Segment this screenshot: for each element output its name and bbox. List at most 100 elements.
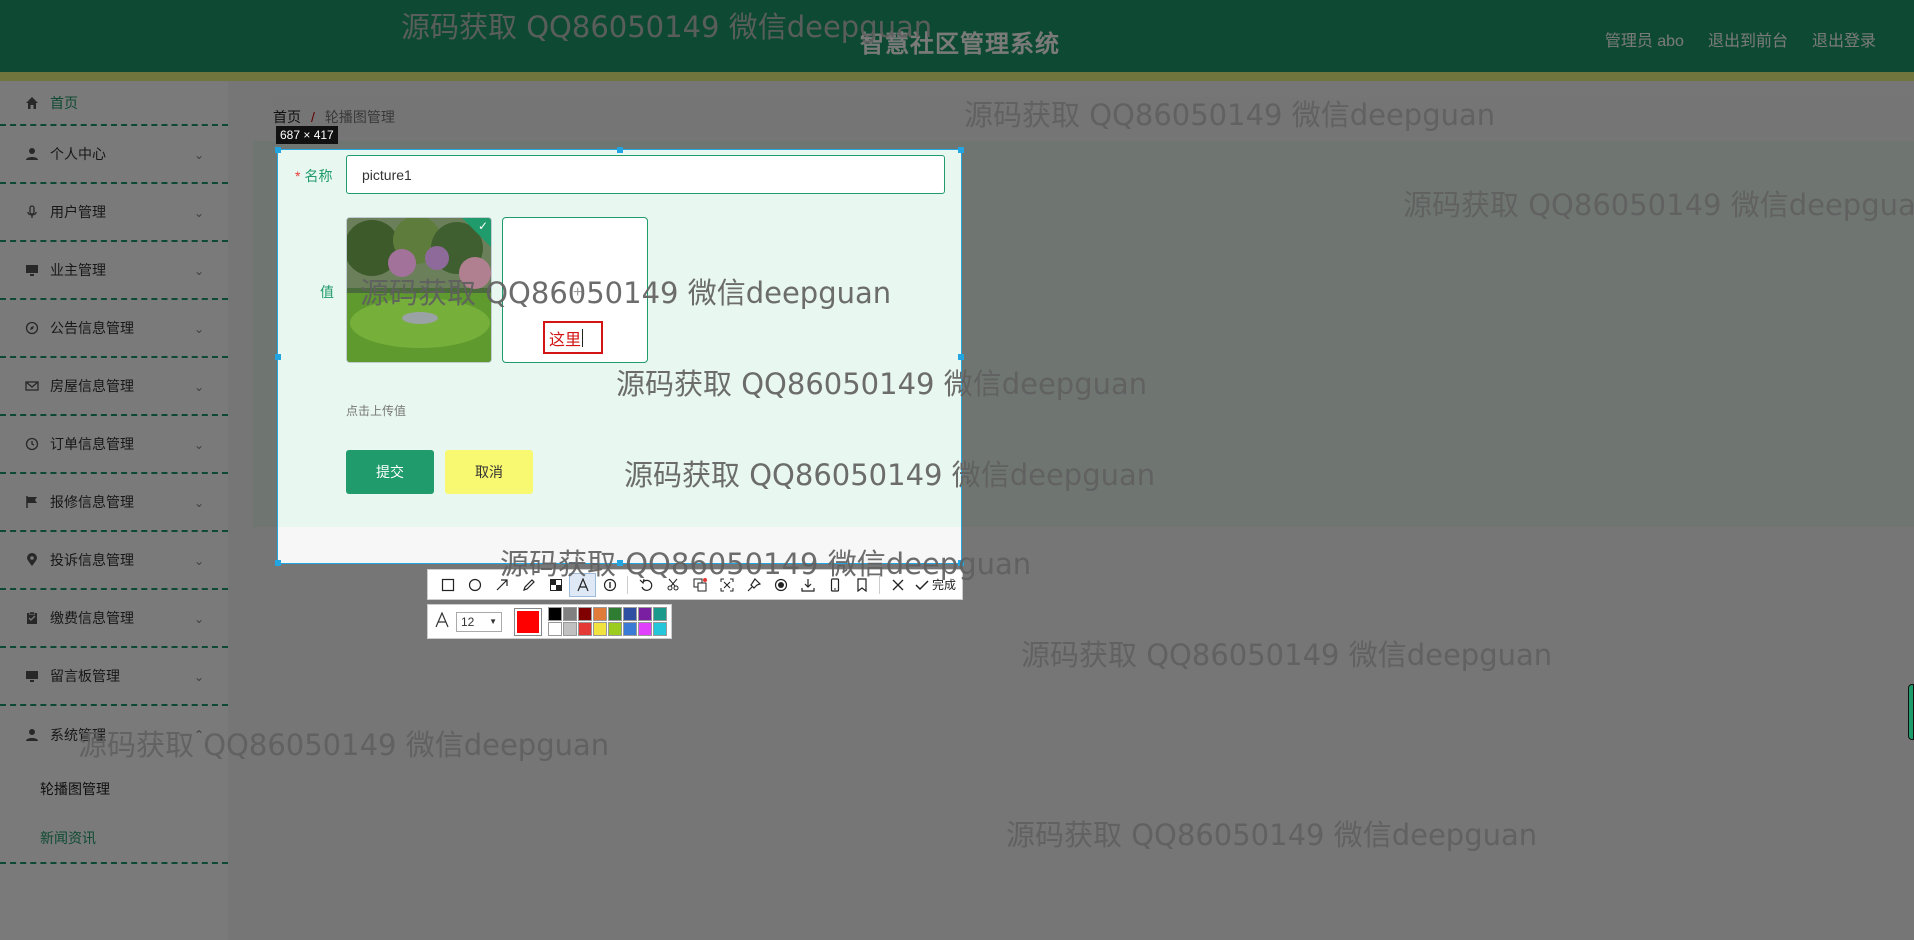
close-icon[interactable] xyxy=(884,573,911,597)
sidebar-item-owners[interactable]: 业主管理 ⌄ xyxy=(0,242,228,300)
person-icon xyxy=(24,146,40,162)
sidebar-item-announcements[interactable]: 公告信息管理 ⌄ xyxy=(0,300,228,358)
breadcrumb-home[interactable]: 首页 xyxy=(273,107,301,127)
resize-handle-n[interactable] xyxy=(617,147,623,153)
color-swatch[interactable] xyxy=(593,622,607,636)
color-swatch[interactable] xyxy=(638,607,652,621)
app-title: 智慧社区管理系统 xyxy=(860,31,1060,58)
sidebar-item-orders[interactable]: 订单信息管理 ⌄ xyxy=(0,416,228,474)
color-palette xyxy=(548,607,667,636)
sidebar-item-label: 房屋信息管理 xyxy=(50,378,134,394)
back-to-front-link[interactable]: 退出到前台 xyxy=(1708,27,1788,51)
flag-icon xyxy=(24,494,40,510)
name-input[interactable] xyxy=(346,155,945,194)
sidebar-item-complaints[interactable]: 投诉信息管理 ⌄ xyxy=(0,532,228,590)
sidebar-item-houses[interactable]: 房屋信息管理 ⌄ xyxy=(0,358,228,416)
save-icon[interactable] xyxy=(794,573,821,597)
font-size-select[interactable]: 12 ▼ xyxy=(456,611,502,632)
color-swatch[interactable] xyxy=(623,622,637,636)
record-icon[interactable] xyxy=(767,573,794,597)
sidebar-item-users[interactable]: 用户管理 ⌄ xyxy=(0,184,228,242)
color-swatch[interactable] xyxy=(638,622,652,636)
color-swatch[interactable] xyxy=(608,622,622,636)
uploaded-image-thumbnail[interactable]: ✓ xyxy=(346,217,492,363)
person-icon xyxy=(24,727,40,743)
font-icon xyxy=(434,611,450,631)
chevron-down-icon: ⌄ xyxy=(193,206,204,220)
mosaic-tool-icon[interactable] xyxy=(542,573,569,597)
resize-handle-w[interactable] xyxy=(275,354,281,360)
number-marker-icon[interactable] xyxy=(596,573,623,597)
undo-icon[interactable] xyxy=(632,573,659,597)
color-swatch[interactable] xyxy=(578,607,592,621)
color-swatch[interactable] xyxy=(548,622,562,636)
arrow-tool-icon[interactable] xyxy=(488,573,515,597)
ellipse-tool-icon[interactable] xyxy=(461,573,488,597)
resize-handle-se[interactable] xyxy=(958,560,964,566)
sidebar-item-system[interactable]: 系统管理 ⌃ xyxy=(0,706,228,764)
check-icon: ✓ xyxy=(477,219,488,233)
compass-icon xyxy=(24,320,40,336)
value-field-label: 值 xyxy=(320,284,334,300)
sidebar-item-home[interactable]: 首页 xyxy=(0,81,228,126)
sidebar-item-payments[interactable]: 缴费信息管理 ⌄ xyxy=(0,590,228,648)
submit-button[interactable]: 提交 xyxy=(346,450,434,494)
pen-tool-icon[interactable] xyxy=(515,573,542,597)
sidebar-item-repairs[interactable]: 报修信息管理 ⌄ xyxy=(0,474,228,532)
text-tool-icon[interactable] xyxy=(569,572,596,597)
home-icon xyxy=(24,95,40,111)
resize-handle-nw[interactable] xyxy=(275,147,281,153)
pin-icon[interactable] xyxy=(740,573,767,597)
sidebar-item-label: 缴费信息管理 xyxy=(50,610,134,626)
header-actions: 管理员 abo 退出到前台 退出登录 xyxy=(1605,27,1876,51)
sidebar-item-personal-center[interactable]: 个人中心 ⌄ xyxy=(0,126,228,184)
chevron-down-icon: ⌄ xyxy=(193,496,204,510)
color-swatch[interactable] xyxy=(608,607,622,621)
plus-icon: + xyxy=(573,284,583,301)
rectangle-tool-icon[interactable] xyxy=(434,573,461,597)
color-swatch[interactable] xyxy=(563,607,577,621)
image-upload-box[interactable]: + 这里 xyxy=(502,217,648,363)
color-swatch[interactable] xyxy=(578,622,592,636)
color-swatch[interactable] xyxy=(563,622,577,636)
logout-link[interactable]: 退出登录 xyxy=(1812,27,1876,51)
capture-selection[interactable]: *名称 值 ✓ + 这里 点击上传值 提交 取消 xyxy=(275,147,964,566)
top-header: 智慧社区管理系统 管理员 abo 退出到前台 退出登录 xyxy=(0,0,1914,72)
color-swatch[interactable] xyxy=(653,622,667,636)
sidebar-subitem-carousel[interactable]: 轮播图管理 xyxy=(0,764,228,814)
current-color-swatch[interactable] xyxy=(514,607,542,636)
header-accent-strip xyxy=(0,72,1914,81)
microphone-icon xyxy=(24,204,40,220)
chevron-down-icon: ⌄ xyxy=(193,670,204,684)
resize-handle-ne[interactable] xyxy=(958,147,964,153)
phone-icon[interactable] xyxy=(821,573,848,597)
done-button[interactable]: 完成 xyxy=(915,576,956,593)
color-swatch[interactable] xyxy=(593,607,607,621)
resize-handle-s[interactable] xyxy=(617,560,623,566)
side-floating-tab[interactable] xyxy=(1908,684,1914,740)
chevron-down-icon: ⌄ xyxy=(193,554,204,568)
color-swatch[interactable] xyxy=(623,607,637,621)
ocr-icon[interactable] xyxy=(686,573,713,597)
cancel-button[interactable]: 取消 xyxy=(445,450,533,494)
chevron-down-icon: ⌄ xyxy=(193,264,204,278)
color-swatch[interactable] xyxy=(548,607,562,621)
breadcrumb-separator: / xyxy=(311,109,315,125)
current-color-fill xyxy=(517,610,539,633)
bookmark-icon[interactable] xyxy=(848,573,875,597)
scroll-capture-icon[interactable] xyxy=(713,573,740,597)
text-annotation-box[interactable]: 这里 xyxy=(543,321,603,354)
sidebar-item-label: 个人中心 xyxy=(50,146,106,162)
sidebar-item-label: 报修信息管理 xyxy=(50,494,134,510)
sidebar-subitem-news[interactable]: 新闻资讯 xyxy=(0,814,228,864)
monitor-icon xyxy=(24,668,40,684)
resize-handle-sw[interactable] xyxy=(275,560,281,566)
sidebar-item-message-board[interactable]: 留言板管理 ⌄ xyxy=(0,648,228,706)
resize-handle-e[interactable] xyxy=(958,354,964,360)
checkmark-icon xyxy=(915,579,929,590)
name-field-label: * 名称 xyxy=(295,166,332,186)
form-footer-strip xyxy=(278,527,961,563)
garden-photo xyxy=(347,218,491,362)
color-swatch[interactable] xyxy=(653,607,667,621)
crop-icon[interactable] xyxy=(659,573,686,597)
